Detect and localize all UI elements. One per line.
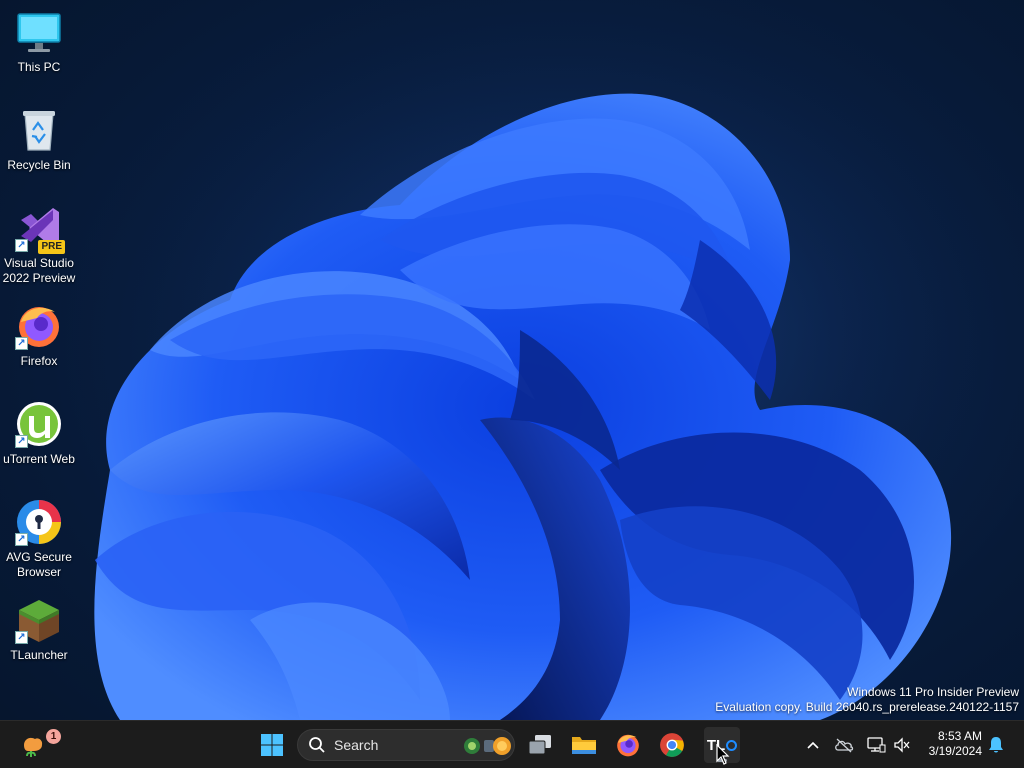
- watermark-line-2: Evaluation copy. Build 26040.rs_prerelea…: [715, 700, 1019, 714]
- watermark-line-1: Windows 11 Pro Insider Preview: [847, 685, 1019, 699]
- weather-widget-icon: [24, 737, 43, 757]
- shortcut-arrow-icon: ↗: [15, 239, 28, 252]
- desktop-icon-label: Visual Studio 2022 Preview: [2, 256, 76, 285]
- onedrive-button[interactable]: [834, 735, 854, 755]
- start-button[interactable]: [254, 727, 290, 763]
- desktop-icon-label: uTorrent Web: [3, 452, 75, 466]
- firefox-icon: [617, 734, 639, 757]
- avg-browser-icon: ↗: [15, 498, 63, 546]
- chrome-taskbar-button[interactable]: [654, 727, 690, 763]
- monitor-icon: [15, 8, 63, 56]
- search-icon: [309, 737, 325, 753]
- desktop-icon-recycle-bin[interactable]: Recycle Bin: [2, 102, 76, 190]
- notifications-button[interactable]: [986, 735, 1006, 755]
- bell-icon: [989, 737, 1003, 753]
- folder-icon: [572, 737, 596, 754]
- file-explorer-button[interactable]: [566, 727, 602, 763]
- desktop-icon-avg-secure-browser[interactable]: ↗ AVG Secure Browser: [2, 494, 76, 582]
- minecraft-grass-block-icon: ↗: [15, 596, 63, 644]
- desktop-icon-label: AVG Secure Browser: [6, 550, 72, 579]
- mouse-cursor-icon: [716, 744, 730, 765]
- shortcut-arrow-icon: ↗: [15, 631, 28, 644]
- build-watermark: Windows 11 Pro Insider Preview Evaluatio…: [715, 685, 1019, 715]
- clock-time: 8:53 AM: [937, 729, 982, 743]
- visual-studio-icon: PRE ↗: [15, 204, 65, 254]
- task-view-icon: [528, 735, 551, 755]
- volume-muted-icon: [894, 737, 910, 753]
- shortcut-arrow-icon: ↗: [15, 337, 28, 350]
- windows-logo-icon: [261, 734, 283, 756]
- taskbar: 1 Search TL 8:53 AM 3/19/2024: [0, 720, 1024, 768]
- chevron-up-icon: [807, 741, 819, 749]
- task-view-button[interactable]: [522, 727, 558, 763]
- firefox-taskbar-button[interactable]: [610, 727, 646, 763]
- desktop-icon-visual-studio[interactable]: PRE ↗ Visual Studio 2022 Preview: [2, 200, 76, 288]
- shortcut-arrow-icon: ↗: [15, 435, 28, 448]
- search-placeholder: Search: [334, 737, 379, 753]
- desktop-icon-tlauncher[interactable]: ↗ TLauncher: [2, 592, 76, 680]
- firefox-icon: ↗: [15, 302, 63, 350]
- widgets-button[interactable]: 1: [14, 727, 61, 763]
- wallpaper-bloom: [0, 0, 1024, 720]
- desktop-icon-label: Firefox: [20, 354, 58, 368]
- clock-date: 3/19/2024: [928, 744, 982, 758]
- desktop-icon-label: This PC: [17, 60, 61, 74]
- desktop-icon-utorrent-web[interactable]: ↗ uTorrent Web: [2, 396, 76, 484]
- show-hidden-icons-button[interactable]: [803, 735, 823, 755]
- desktop-icon-label: Recycle Bin: [7, 158, 71, 172]
- chrome-icon: [660, 733, 684, 757]
- desktop-icon-label: TLauncher: [10, 648, 68, 662]
- recycle-bin-icon: [15, 106, 63, 154]
- utorrent-icon: ↗: [15, 400, 63, 448]
- desktop-icon-this-pc[interactable]: This PC: [2, 4, 76, 92]
- shortcut-arrow-icon: ↗: [15, 533, 28, 546]
- onedrive-offline-icon: [835, 738, 854, 753]
- search-highlight-icon: [464, 737, 511, 755]
- search-input[interactable]: Search: [297, 729, 515, 761]
- clock[interactable]: 8:53 AM 3/19/2024: [929, 729, 982, 759]
- pre-badge: PRE: [38, 240, 65, 254]
- volume-button[interactable]: [892, 735, 912, 755]
- notification-badge: 1: [46, 729, 61, 744]
- network-button[interactable]: [866, 735, 886, 755]
- network-icon: [867, 737, 886, 753]
- desktop-icon-firefox[interactable]: ↗ Firefox: [2, 298, 76, 386]
